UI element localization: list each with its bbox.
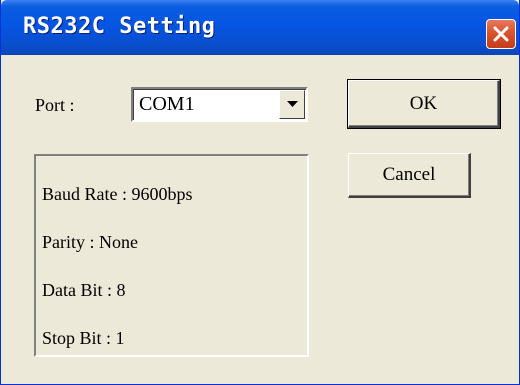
cancel-button[interactable]: Cancel: [348, 153, 471, 198]
baud-rate-text: Baud Rate : 9600bps: [42, 184, 193, 204]
close-icon: [493, 26, 509, 42]
dropdown-arrow-icon: [286, 101, 298, 107]
port-label: Port :: [35, 95, 75, 115]
ok-button[interactable]: OK: [347, 79, 501, 129]
settings-panel: Baud Rate : 9600bps Parity : None Data B…: [34, 154, 309, 357]
close-button[interactable]: [486, 19, 516, 49]
port-select-value: COM1: [139, 93, 195, 115]
parity-text: Parity : None: [42, 232, 138, 252]
stop-bit-text: Stop Bit : 1: [42, 328, 125, 348]
dialog-body: Port : COM1 OK Cancel Baud Rate : 9600bp…: [9, 55, 513, 377]
port-dropdown-button[interactable]: [279, 90, 305, 119]
data-bit-text: Data Bit : 8: [42, 280, 126, 300]
title-bar[interactable]: RS232C Setting: [1, 0, 519, 55]
rs232c-setting-dialog: RS232C Setting Port : COM1 OK Cancel Bau…: [0, 0, 520, 385]
port-select[interactable]: COM1: [131, 87, 308, 122]
window-title: RS232C Setting: [23, 14, 216, 39]
